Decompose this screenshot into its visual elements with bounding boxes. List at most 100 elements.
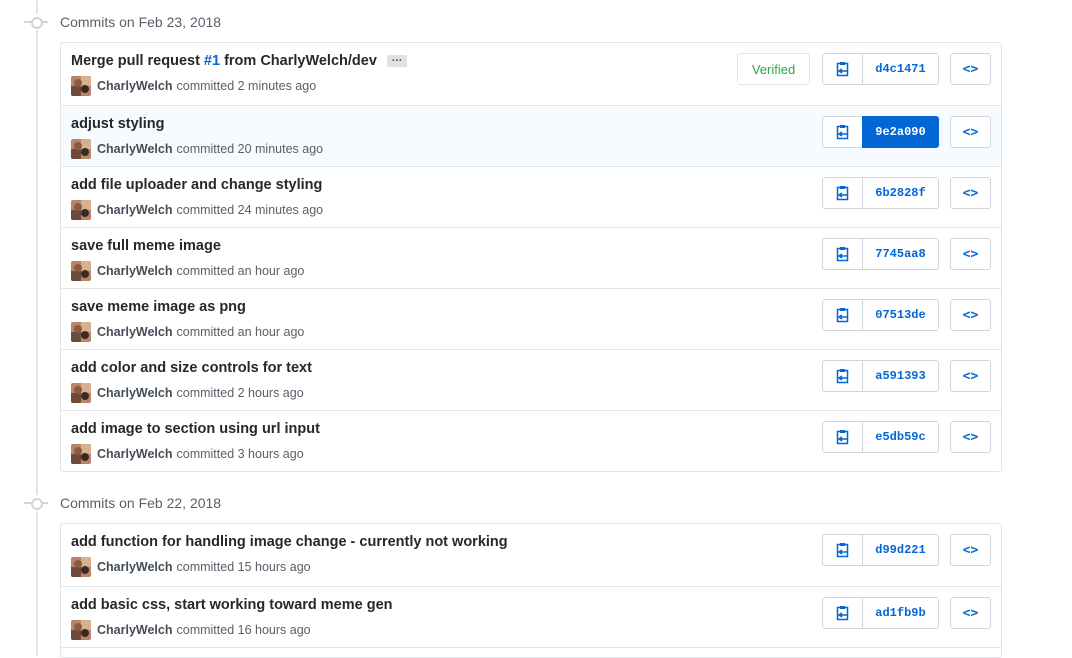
verified-badge[interactable]: Verified	[737, 53, 810, 85]
commit-title[interactable]: adjust styling	[71, 116, 164, 132]
commit-message-rest[interactable]: from CharlyWelch/dev	[224, 53, 377, 69]
browse-repo-button[interactable]: <>	[950, 597, 991, 629]
commit-node-icon	[20, 495, 52, 511]
browse-repo-button[interactable]: <>	[950, 177, 991, 209]
commit-sha-link[interactable]: d99d221	[862, 534, 939, 566]
commit-sha-link[interactable]: d4c1471	[862, 53, 939, 85]
code-icon: <>	[962, 246, 979, 262]
code-icon: <>	[962, 61, 979, 77]
sha-button-group: 7745aa8	[822, 238, 939, 270]
copy-sha-button[interactable]	[822, 299, 862, 331]
browse-repo-button[interactable]: <>	[950, 238, 991, 270]
author-link[interactable]: CharlyWelch	[97, 386, 173, 400]
group-header: Commits on Feb 22, 2018	[20, 483, 221, 523]
commit-message[interactable]: add image to section using url input	[71, 421, 320, 437]
copy-sha-button[interactable]	[822, 177, 862, 209]
commit-row: add color and size controls for text Char…	[61, 349, 1001, 410]
sha-button-group: a591393	[822, 360, 939, 392]
commit-title[interactable]: Merge pull request #1 from CharlyWelch/d…	[71, 53, 407, 69]
commit-message[interactable]: add file uploader and change styling	[71, 177, 322, 193]
commit-message[interactable]: add color and size controls for text	[71, 360, 312, 376]
commit-time: committed 16 hours ago	[176, 623, 311, 637]
copy-sha-button[interactable]	[822, 534, 862, 566]
avatar[interactable]	[71, 261, 91, 281]
browse-repo-button[interactable]: <>	[950, 116, 991, 148]
commit-message[interactable]: save full meme image	[71, 238, 221, 254]
pull-request-link[interactable]: #1	[204, 53, 220, 69]
commit-row: save full meme image CharlyWelch committed…	[61, 227, 1001, 288]
author-link[interactable]: CharlyWelch	[97, 203, 173, 217]
avatar[interactable]	[71, 557, 91, 577]
avatar[interactable]	[71, 139, 91, 159]
copy-sha-button[interactable]	[822, 238, 862, 270]
commit-message[interactable]: Merge pull request	[71, 53, 200, 69]
commit-title[interactable]: add basic css, start working toward meme…	[71, 597, 393, 613]
copy-sha-button[interactable]	[822, 597, 862, 629]
avatar[interactable]	[71, 383, 91, 403]
author-link[interactable]: CharlyWelch	[97, 79, 173, 93]
commit-meta: CharlyWelch committed 2 hours ago	[71, 383, 304, 403]
copy-sha-button[interactable]	[822, 421, 862, 453]
author-link[interactable]: CharlyWelch	[97, 447, 173, 461]
commit-meta: CharlyWelch committed an hour ago	[71, 261, 304, 281]
avatar[interactable]	[71, 76, 91, 96]
commit-title[interactable]: add image to section using url input	[71, 421, 320, 437]
commit-time: committed 15 hours ago	[176, 560, 311, 574]
browse-repo-button[interactable]: <>	[950, 534, 991, 566]
browse-repo-button[interactable]: <>	[950, 299, 991, 331]
expand-message-button[interactable]: …	[386, 53, 407, 67]
commit-message[interactable]: add basic css, start working toward meme…	[71, 597, 393, 613]
commit-title[interactable]: add function for handling image change -…	[71, 534, 508, 550]
author-link[interactable]: CharlyWelch	[97, 142, 173, 156]
code-icon: <>	[962, 542, 979, 558]
code-icon: <>	[962, 124, 979, 140]
sha-button-group: d4c1471	[822, 53, 939, 85]
clippy-icon	[836, 542, 850, 558]
browse-repo-button[interactable]: <>	[950, 421, 991, 453]
code-icon: <>	[962, 605, 979, 621]
commit-meta: CharlyWelch committed 24 minutes ago	[71, 200, 323, 220]
avatar[interactable]	[71, 620, 91, 640]
commit-row: add basic css, start working toward meme…	[61, 586, 1001, 647]
commit-sha-link[interactable]: 9e2a090	[862, 116, 939, 148]
author-link[interactable]: CharlyWelch	[97, 325, 173, 339]
commit-time: committed 2 minutes ago	[176, 79, 317, 93]
avatar[interactable]	[71, 200, 91, 220]
copy-sha-button[interactable]	[822, 360, 862, 392]
commit-message[interactable]: save meme image as png	[71, 299, 246, 315]
sha-button-group: 9e2a090	[822, 116, 939, 148]
avatar[interactable]	[71, 322, 91, 342]
commit-title[interactable]: add color and size controls for text	[71, 360, 312, 376]
commit-sha-link[interactable]: 7745aa8	[862, 238, 939, 270]
commit-message[interactable]: adjust styling	[71, 116, 164, 132]
commit-title[interactable]: save meme image as png	[71, 299, 246, 315]
copy-sha-button[interactable]	[822, 53, 862, 85]
author-link[interactable]: CharlyWelch	[97, 264, 173, 278]
commit-message[interactable]: add function for handling image change -…	[71, 534, 508, 550]
commit-time: committed 2 hours ago	[176, 386, 304, 400]
browse-repo-button[interactable]: <>	[950, 53, 991, 85]
commit-title[interactable]: save full meme image	[71, 238, 221, 254]
copy-sha-button[interactable]	[822, 116, 862, 148]
clippy-icon	[836, 605, 850, 621]
commit-sha-link[interactable]: e5db59c	[862, 421, 939, 453]
sha-button-group: d99d221	[822, 534, 939, 566]
commit-row: add function for handling image change -…	[61, 524, 1001, 586]
group-header: Commits on Feb 23, 2018	[20, 2, 221, 42]
clippy-icon	[836, 307, 850, 323]
author-link[interactable]: CharlyWelch	[97, 560, 173, 574]
sha-button-group: ad1fb9b	[822, 597, 939, 629]
commit-sha-link[interactable]: a591393	[862, 360, 939, 392]
commit-time: committed an hour ago	[176, 264, 305, 278]
commit-meta: CharlyWelch committed 2 minutes ago	[71, 76, 316, 96]
commit-list: add function for handling image change -…	[60, 523, 1002, 658]
commit-sha-link[interactable]: 6b2828f	[862, 177, 939, 209]
clippy-icon	[836, 429, 850, 445]
browse-repo-button[interactable]: <>	[950, 360, 991, 392]
author-link[interactable]: CharlyWelch	[97, 623, 173, 637]
commit-sha-link[interactable]: ad1fb9b	[862, 597, 939, 629]
avatar[interactable]	[71, 444, 91, 464]
commit-meta: CharlyWelch committed 15 hours ago	[71, 557, 311, 577]
commit-title[interactable]: add file uploader and change styling	[71, 177, 322, 193]
commit-sha-link[interactable]: 07513de	[862, 299, 939, 331]
